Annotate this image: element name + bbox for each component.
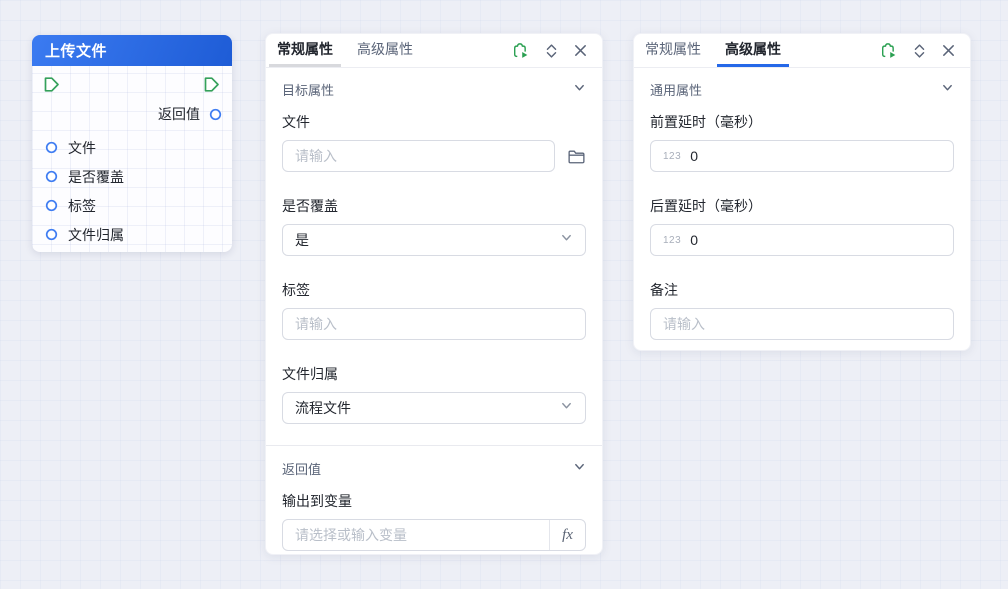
chevron-down-icon[interactable] <box>573 81 586 97</box>
field-file: 文件 <box>282 112 586 172</box>
flow-in-port-icon[interactable] <box>42 75 61 94</box>
section-title: 通用属性 <box>650 82 703 98</box>
remark-input[interactable] <box>663 316 941 332</box>
node-upload-file[interactable]: 上传文件 返回值 文件 是否覆盖 标签 文件归属 <box>32 35 232 252</box>
input-port-icon[interactable] <box>45 170 58 183</box>
field-output-variable: 输出到变量 fx <box>282 491 586 551</box>
section-target-properties[interactable]: 目标属性 <box>266 73 602 105</box>
tab-advanced-properties[interactable]: 高级属性 <box>349 34 421 67</box>
tag-input[interactable] <box>295 316 573 332</box>
section-title: 返回值 <box>282 461 322 477</box>
advanced-properties-panel: 常规属性 高级属性 通用属性 前置延时（毫秒） 123 0 后置延时（毫秒） 1… <box>633 33 971 351</box>
close-icon[interactable] <box>941 43 956 58</box>
field-tag: 标签 <box>282 280 586 340</box>
field-label: 文件 <box>282 114 310 130</box>
field-label: 后置延时（毫秒） <box>650 198 762 214</box>
chevron-down-icon <box>560 231 573 249</box>
node-title-bar[interactable]: 上传文件 <box>32 35 232 66</box>
close-icon[interactable] <box>573 43 588 58</box>
tab-general-properties[interactable]: 常规属性 <box>269 34 341 67</box>
input-port-label: 标签 <box>68 197 96 214</box>
field-overwrite: 是否覆盖 是 <box>282 196 586 256</box>
flow-out-port-icon[interactable] <box>202 75 221 94</box>
field-pre-delay: 前置延时（毫秒） 123 <box>650 112 954 172</box>
input-port-icon[interactable] <box>45 141 58 154</box>
folder-icon[interactable] <box>567 148 586 165</box>
input-port-label: 文件 <box>68 139 96 156</box>
file-belong-select[interactable]: 流程文件 <box>282 392 586 424</box>
field-post-delay: 后置延时（毫秒） 123 <box>650 196 954 256</box>
debug-run-icon[interactable] <box>511 41 530 60</box>
input-port-row: 文件归属 <box>32 220 232 249</box>
fx-icon[interactable]: fx <box>549 520 585 550</box>
tab-advanced-properties[interactable]: 高级属性 <box>717 34 789 67</box>
input-port-label: 文件归属 <box>68 226 124 243</box>
node-title: 上传文件 <box>45 43 108 60</box>
input-port-label: 是否覆盖 <box>68 168 124 185</box>
field-remark: 备注 <box>650 280 954 340</box>
expand-collapse-icon[interactable] <box>912 42 927 60</box>
section-title: 目标属性 <box>282 82 335 98</box>
file-input[interactable] <box>295 148 542 164</box>
chevron-down-icon[interactable] <box>941 81 954 97</box>
field-label: 输出到变量 <box>282 493 352 509</box>
select-value: 流程文件 <box>295 400 351 416</box>
input-port-row: 是否覆盖 <box>32 162 232 191</box>
field-label: 备注 <box>650 282 678 298</box>
field-label: 是否覆盖 <box>282 198 338 214</box>
section-divider <box>266 445 602 446</box>
number-type-icon: 123 <box>663 234 682 246</box>
section-common-properties[interactable]: 通用属性 <box>634 73 970 105</box>
pre-delay-input[interactable] <box>690 148 941 164</box>
output-variable-input[interactable] <box>283 520 549 550</box>
output-port-icon[interactable] <box>209 108 222 121</box>
select-value: 是 <box>295 232 309 248</box>
expand-collapse-icon[interactable] <box>544 42 559 60</box>
panel-tabbar: 常规属性 高级属性 <box>266 34 602 68</box>
field-file-belong: 文件归属 流程文件 <box>282 364 586 424</box>
debug-run-icon[interactable] <box>879 41 898 60</box>
input-port-row: 标签 <box>32 191 232 220</box>
number-type-icon: 123 <box>663 150 682 162</box>
input-port-row: 文件 <box>32 133 232 162</box>
chevron-down-icon <box>560 399 573 417</box>
section-return-value[interactable]: 返回值 <box>266 452 602 484</box>
field-label: 前置延时（毫秒） <box>650 114 762 130</box>
input-port-icon[interactable] <box>45 199 58 212</box>
post-delay-input[interactable] <box>690 232 941 248</box>
overwrite-select[interactable]: 是 <box>282 224 586 256</box>
flow-canvas[interactable]: 上传文件 返回值 文件 是否覆盖 标签 文件归属 常规属性 高级属性 目标属性 … <box>0 0 1008 589</box>
field-label: 文件归属 <box>282 366 338 382</box>
tab-general-properties[interactable]: 常规属性 <box>637 34 709 67</box>
chevron-down-icon[interactable] <box>573 460 586 476</box>
output-port-label: 返回值 <box>158 106 200 122</box>
general-properties-panel: 常规属性 高级属性 目标属性 文件 请输入 是否覆盖 是 标签 请输入 文件归属… <box>265 33 603 555</box>
panel-tabbar: 常规属性 高级属性 <box>634 34 970 68</box>
field-label: 标签 <box>282 282 310 298</box>
input-port-icon[interactable] <box>45 228 58 241</box>
